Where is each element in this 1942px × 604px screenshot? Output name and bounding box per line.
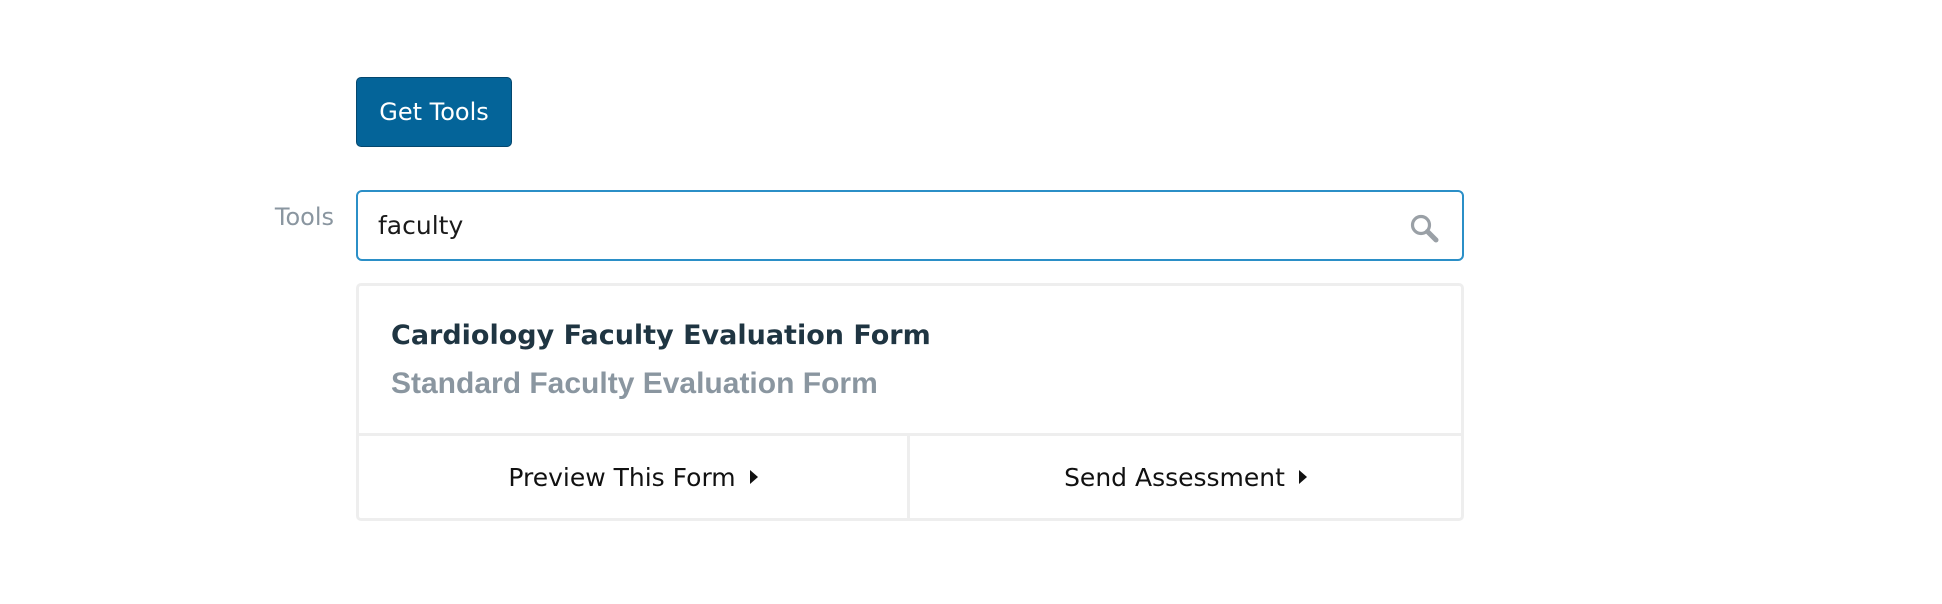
- get-tools-button[interactable]: Get Tools: [356, 77, 512, 147]
- search-icon[interactable]: [1408, 212, 1440, 244]
- preview-form-label: Preview This Form: [508, 462, 736, 492]
- caret-right-icon: [749, 470, 758, 484]
- results-actions: Preview This Form Send Assessment: [359, 436, 1461, 518]
- tools-field-label: Tools: [274, 203, 334, 231]
- send-assessment-label: Send Assessment: [1064, 462, 1285, 492]
- preview-form-button[interactable]: Preview This Form: [359, 436, 910, 518]
- results-list: Cardiology Faculty Evaluation Form Stand…: [359, 286, 1461, 436]
- list-item-cardiology-faculty-evaluation-form[interactable]: Cardiology Faculty Evaluation Form: [391, 320, 931, 351]
- tools-search-box[interactable]: [356, 190, 1464, 261]
- caret-right-icon: [1298, 470, 1307, 484]
- results-panel: Cardiology Faculty Evaluation Form Stand…: [356, 283, 1464, 521]
- send-assessment-button[interactable]: Send Assessment: [910, 436, 1461, 518]
- list-item-standard-faculty-evaluation-form[interactable]: Standard Faculty Evaluation Form: [391, 367, 878, 401]
- tools-search-input[interactable]: [378, 192, 1338, 259]
